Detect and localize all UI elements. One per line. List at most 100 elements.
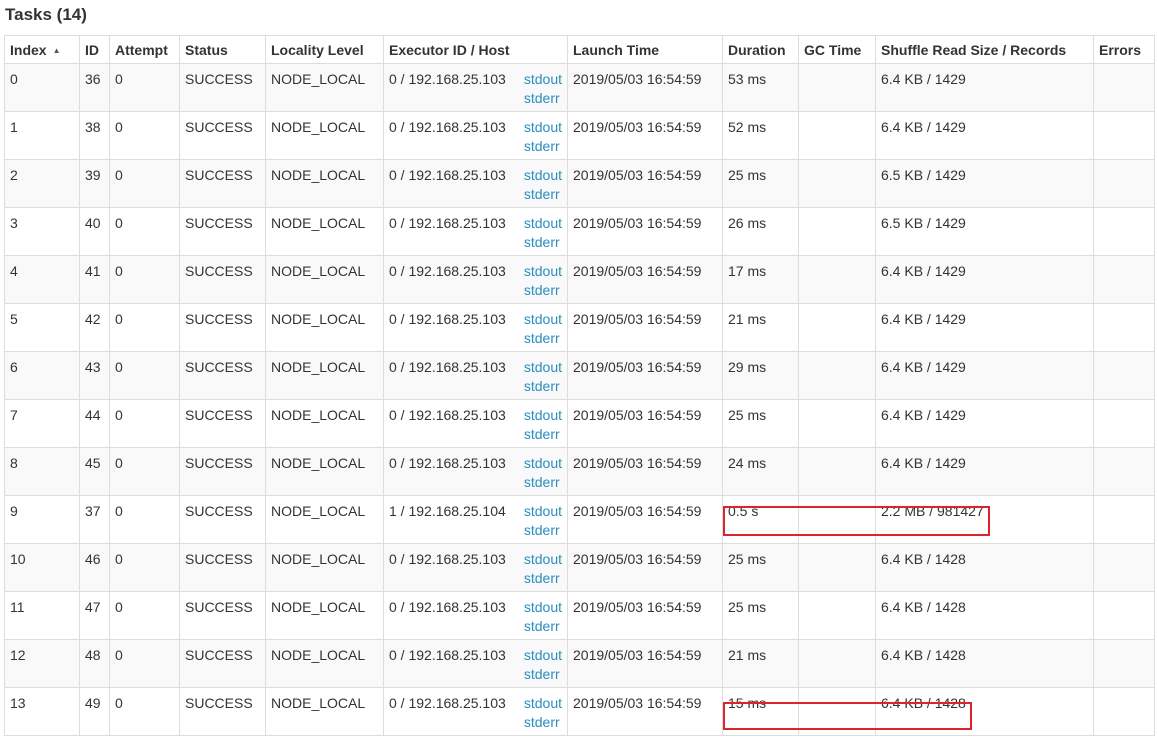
stderr-link[interactable]: stderr <box>524 377 562 396</box>
cell-status: SUCCESS <box>179 303 266 352</box>
stderr-link[interactable]: stderr <box>524 713 562 732</box>
stdout-link[interactable]: stdout <box>524 214 562 233</box>
cell-errors <box>1093 447 1155 496</box>
cell-launch-time: 2019/05/03 16:54:59 <box>567 591 723 640</box>
log-links: stdout stderr <box>524 214 562 252</box>
stdout-link[interactable]: stdout <box>524 694 562 713</box>
stdout-link[interactable]: stdout <box>524 550 562 569</box>
cell-index: 3 <box>4 207 80 256</box>
cell-status: SUCCESS <box>179 399 266 448</box>
stderr-link[interactable]: stderr <box>524 521 562 540</box>
column-header-duration[interactable]: Duration <box>722 35 799 64</box>
cell-executor: 0 / 192.168.25.103 stdout stderr <box>383 63 568 112</box>
cell-status: SUCCESS <box>179 255 266 304</box>
cell-shuffle-read: 6.4 KB / 1428 <box>875 639 1094 688</box>
cell-launch-time: 2019/05/03 16:54:59 <box>567 543 723 592</box>
executor-host: 0 / 192.168.25.103 <box>389 119 506 135</box>
stderr-link[interactable]: stderr <box>524 233 562 252</box>
stderr-link[interactable]: stderr <box>524 473 562 492</box>
cell-index: 12 <box>4 639 80 688</box>
stderr-link[interactable]: stderr <box>524 617 562 636</box>
log-links: stdout stderr <box>524 166 562 204</box>
cell-shuffle-read: 6.5 KB / 1429 <box>875 207 1094 256</box>
stdout-link[interactable]: stdout <box>524 406 562 425</box>
cell-attempt: 0 <box>109 63 180 112</box>
column-header-status[interactable]: Status <box>179 35 266 64</box>
table-row: 13 49 0 SUCCESS NODE_LOCAL 0 / 192.168.25.103… <box>4 687 1155 736</box>
cell-duration: 21 ms <box>722 639 799 688</box>
cell-executor: 0 / 192.168.25.103 stdout stderr <box>383 159 568 208</box>
cell-status: SUCCESS <box>179 591 266 640</box>
cell-shuffle-read: 6.4 KB / 1428 <box>875 687 1094 736</box>
cell-executor: 0 / 192.168.25.103 stdout stderr <box>383 399 568 448</box>
column-header-index[interactable]: Index ▲ <box>4 35 80 64</box>
stdout-link[interactable]: stdout <box>524 118 562 137</box>
cell-executor: 0 / 192.168.25.103 stdout stderr <box>383 207 568 256</box>
stderr-link[interactable]: stderr <box>524 185 562 204</box>
column-header-locality-level[interactable]: Locality Level <box>265 35 384 64</box>
column-header-shuffle-read[interactable]: Shuffle Read Size / Records <box>875 35 1094 64</box>
cell-index: 1 <box>4 111 80 160</box>
stdout-link[interactable]: stdout <box>524 454 562 473</box>
cell-id: 47 <box>79 591 110 640</box>
column-header-gc-time[interactable]: GC Time <box>798 35 876 64</box>
column-header-executor-host[interactable]: Executor ID / Host <box>383 35 568 64</box>
cell-attempt: 0 <box>109 447 180 496</box>
cell-attempt: 0 <box>109 591 180 640</box>
cell-gc-time <box>798 351 876 400</box>
cell-id: 48 <box>79 639 110 688</box>
stdout-link[interactable]: stdout <box>524 70 562 89</box>
cell-gc-time <box>798 591 876 640</box>
stderr-link[interactable]: stderr <box>524 665 562 684</box>
stderr-link[interactable]: stderr <box>524 89 562 108</box>
cell-duration: 0.5 s <box>722 495 799 544</box>
stdout-link[interactable]: stdout <box>524 166 562 185</box>
cell-gc-time <box>798 543 876 592</box>
cell-status: SUCCESS <box>179 351 266 400</box>
stderr-link[interactable]: stderr <box>524 137 562 156</box>
stdout-link[interactable]: stdout <box>524 598 562 617</box>
cell-errors <box>1093 159 1155 208</box>
column-header-errors[interactable]: Errors <box>1093 35 1155 64</box>
stderr-link[interactable]: stderr <box>524 329 562 348</box>
stdout-link[interactable]: stdout <box>524 310 562 329</box>
table-row: 8 45 0 SUCCESS NODE_LOCAL 0 / 192.168.25.103 s… <box>4 447 1155 496</box>
cell-id: 40 <box>79 207 110 256</box>
cell-errors <box>1093 111 1155 160</box>
log-links: stdout stderr <box>524 262 562 300</box>
cell-launch-time: 2019/05/03 16:54:59 <box>567 351 723 400</box>
stderr-link[interactable]: stderr <box>524 281 562 300</box>
cell-gc-time <box>798 399 876 448</box>
cell-duration: 21 ms <box>722 303 799 352</box>
cell-duration: 52 ms <box>722 111 799 160</box>
stdout-link[interactable]: stdout <box>524 262 562 281</box>
cell-errors <box>1093 63 1155 112</box>
executor-host: 0 / 192.168.25.103 <box>389 407 506 423</box>
table-row: 0 36 0 SUCCESS NODE_LOCAL 0 / 192.168.25.103 s… <box>4 63 1155 112</box>
cell-gc-time <box>798 639 876 688</box>
cell-launch-time: 2019/05/03 16:54:59 <box>567 255 723 304</box>
executor-host: 0 / 192.168.25.103 <box>389 359 506 375</box>
stderr-link[interactable]: stderr <box>524 425 562 444</box>
cell-attempt: 0 <box>109 687 180 736</box>
cell-executor: 1 / 192.168.25.104 stdout stderr <box>383 495 568 544</box>
cell-status: SUCCESS <box>179 543 266 592</box>
column-header-id[interactable]: ID <box>79 35 110 64</box>
stdout-link[interactable]: stdout <box>524 646 562 665</box>
stdout-link[interactable]: stdout <box>524 502 562 521</box>
table-row: 7 44 0 SUCCESS NODE_LOCAL 0 / 192.168.25.103 s… <box>4 399 1155 448</box>
cell-locality: NODE_LOCAL <box>265 495 384 544</box>
cell-duration: 25 ms <box>722 591 799 640</box>
table-row: 5 42 0 SUCCESS NODE_LOCAL 0 / 192.168.25.103 s… <box>4 303 1155 352</box>
cell-shuffle-read: 6.4 KB / 1429 <box>875 303 1094 352</box>
cell-id: 49 <box>79 687 110 736</box>
log-links: stdout stderr <box>524 550 562 588</box>
stderr-link[interactable]: stderr <box>524 569 562 588</box>
cell-attempt: 0 <box>109 639 180 688</box>
cell-duration: 29 ms <box>722 351 799 400</box>
stdout-link[interactable]: stdout <box>524 358 562 377</box>
column-header-launch-time[interactable]: Launch Time <box>567 35 723 64</box>
column-header-attempt[interactable]: Attempt <box>109 35 180 64</box>
cell-gc-time <box>798 111 876 160</box>
cell-index: 8 <box>4 447 80 496</box>
